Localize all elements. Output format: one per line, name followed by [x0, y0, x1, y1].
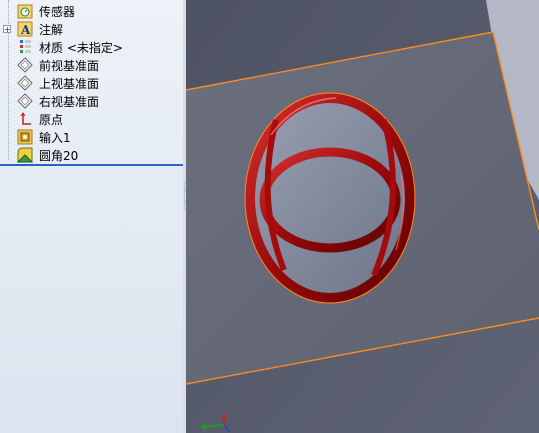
tree-item-import1[interactable]: 输入1	[0, 128, 183, 146]
fillet-icon	[17, 147, 33, 163]
rollback-bar[interactable]	[0, 164, 183, 166]
fillet-feature[interactable]	[244, 92, 416, 304]
tree-item-label: 输入1	[39, 130, 71, 145]
annotation-folder-icon: A	[17, 21, 33, 37]
origin-icon	[20, 112, 31, 125]
tree-item-label: 注解	[39, 22, 64, 37]
graphics-viewport[interactable]	[186, 0, 539, 433]
tree-item-top-plane[interactable]: 上视基准面	[0, 74, 183, 92]
tree-item-annotations[interactable]: + A 注解	[0, 20, 183, 38]
plane-icon	[17, 75, 33, 91]
material-icon	[20, 40, 31, 53]
tree-item-fillet20[interactable]: 圆角20	[0, 146, 183, 164]
expand-icon[interactable]: +	[3, 25, 11, 34]
tree-item-right-plane[interactable]: 右视基准面	[0, 92, 183, 110]
tree-item-label: 传感器	[39, 4, 76, 19]
imported-body-icon	[17, 129, 33, 145]
tree-item-label: 原点	[39, 112, 64, 127]
tree-item-label: 前视基准面	[39, 58, 100, 73]
svg-text:A: A	[20, 23, 31, 37]
tree-item-material[interactable]: 材质 <未指定>	[0, 38, 183, 56]
tree-item-front-plane[interactable]: 前视基准面	[0, 56, 183, 74]
plane-icon	[17, 93, 33, 109]
tree-item-origin[interactable]: 原点	[0, 110, 183, 128]
tree-item-label: 右视基准面	[39, 94, 100, 109]
tree-item-label: 上视基准面	[39, 76, 100, 91]
feature-tree-panel: 传感器 + A 注解 材质 <未指定> 前视基准面 上视基准面 右视基准面 原点…	[0, 0, 184, 433]
tree-item-label: 材质 <未指定>	[39, 40, 123, 55]
tree-item-sensors[interactable]: 传感器	[0, 2, 183, 20]
plane-icon	[17, 57, 33, 73]
tree-item-label: 圆角20	[39, 148, 79, 163]
model-render	[186, 0, 539, 433]
sensor-folder-icon	[17, 4, 33, 19]
